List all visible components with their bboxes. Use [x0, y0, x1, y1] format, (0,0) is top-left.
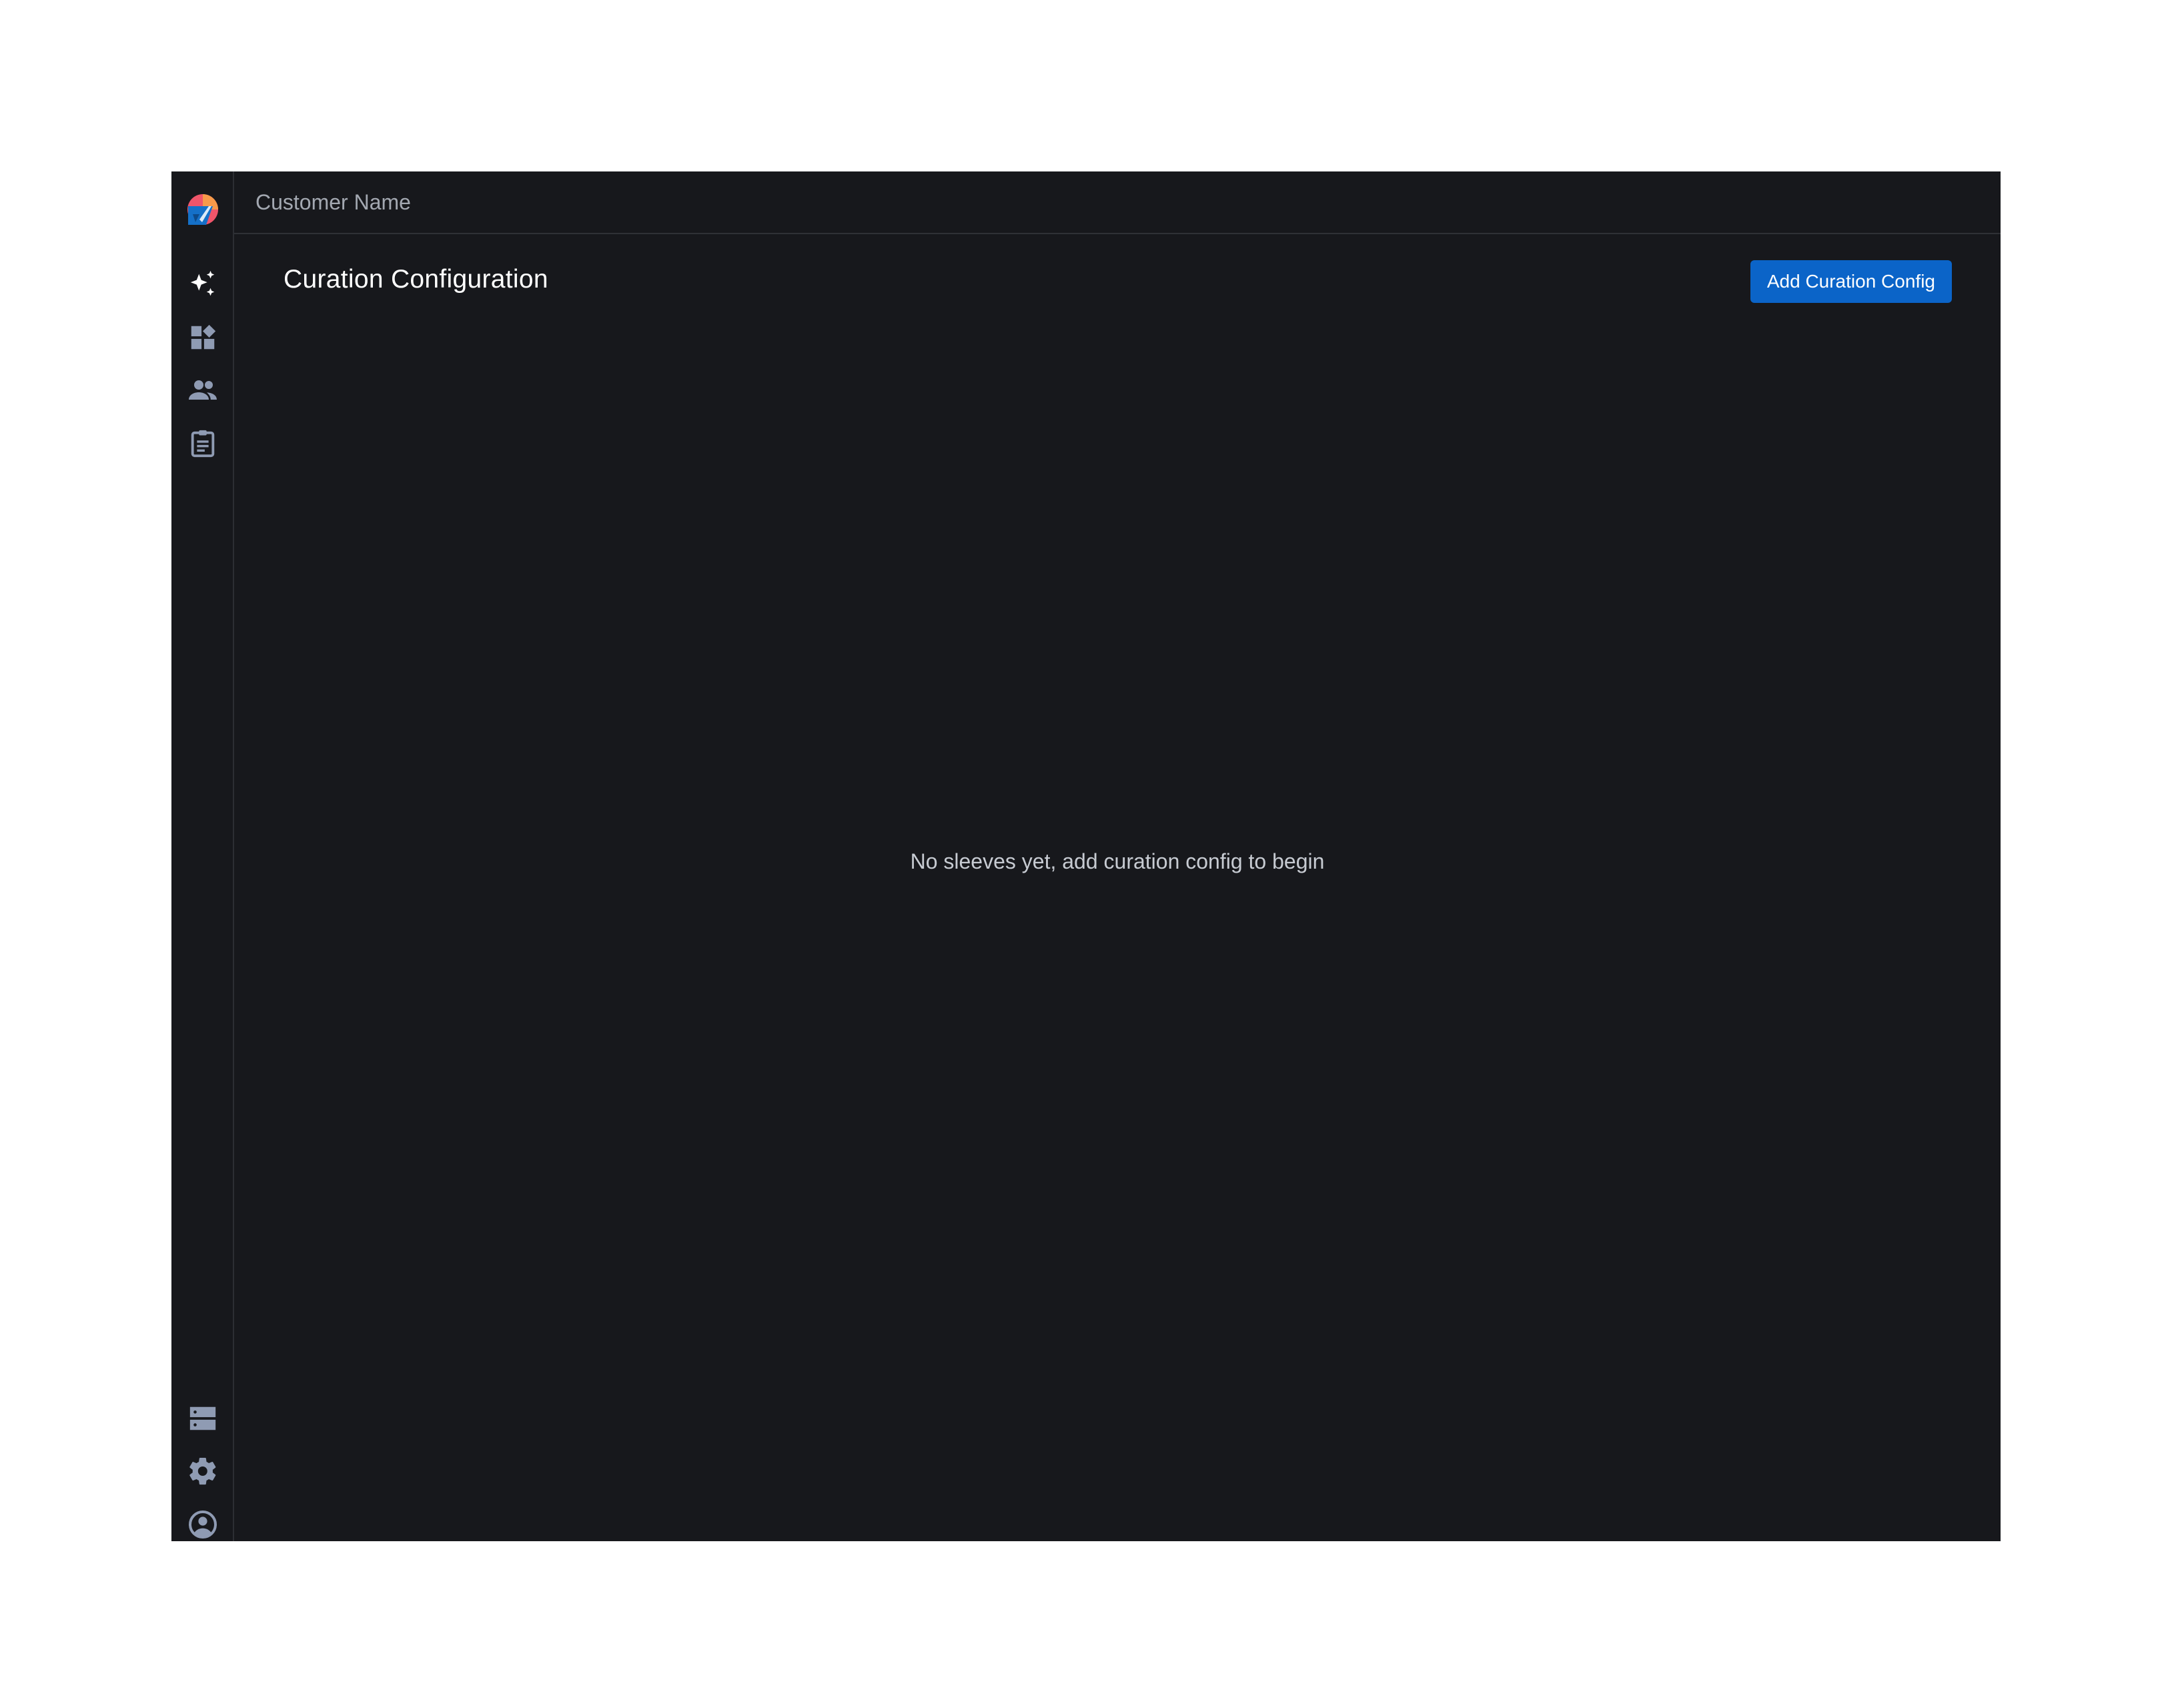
content-area: Curation Configuration Add Curation Conf… — [234, 234, 2001, 1541]
sidebar-item-reports[interactable] — [171, 423, 234, 463]
logo-icon — [187, 194, 218, 225]
sidebar-item-storage[interactable] — [171, 1398, 234, 1438]
app-logo[interactable] — [171, 189, 234, 230]
sidebar-item-ai[interactable] — [171, 264, 234, 304]
sidebar-item-account[interactable] — [171, 1505, 234, 1541]
add-curation-config-button[interactable]: Add Curation Config — [1750, 260, 1952, 303]
page-title: Curation Configuration — [284, 265, 548, 294]
sidebar-item-dashboard[interactable] — [171, 318, 234, 358]
storage-icon — [189, 1406, 216, 1430]
main-area: Customer Name Curation Configuration Add… — [234, 171, 2001, 1541]
people-icon — [189, 380, 217, 400]
clipboard-icon — [191, 430, 215, 458]
top-bar: Customer Name — [234, 171, 2001, 234]
gear-icon — [189, 1457, 216, 1485]
sidebar-item-settings[interactable] — [171, 1451, 234, 1491]
account-circle-icon — [189, 1511, 217, 1539]
empty-state-message: No sleeves yet, add curation config to b… — [910, 849, 1325, 873]
sparkles-icon — [190, 270, 215, 296]
app-window: Customer Name Curation Configuration Add… — [171, 171, 2001, 1541]
customer-name[interactable]: Customer Name — [255, 191, 411, 213]
sidebar-item-people[interactable] — [171, 370, 234, 410]
dashboard-icon — [191, 324, 216, 350]
sidebar — [171, 171, 234, 1541]
